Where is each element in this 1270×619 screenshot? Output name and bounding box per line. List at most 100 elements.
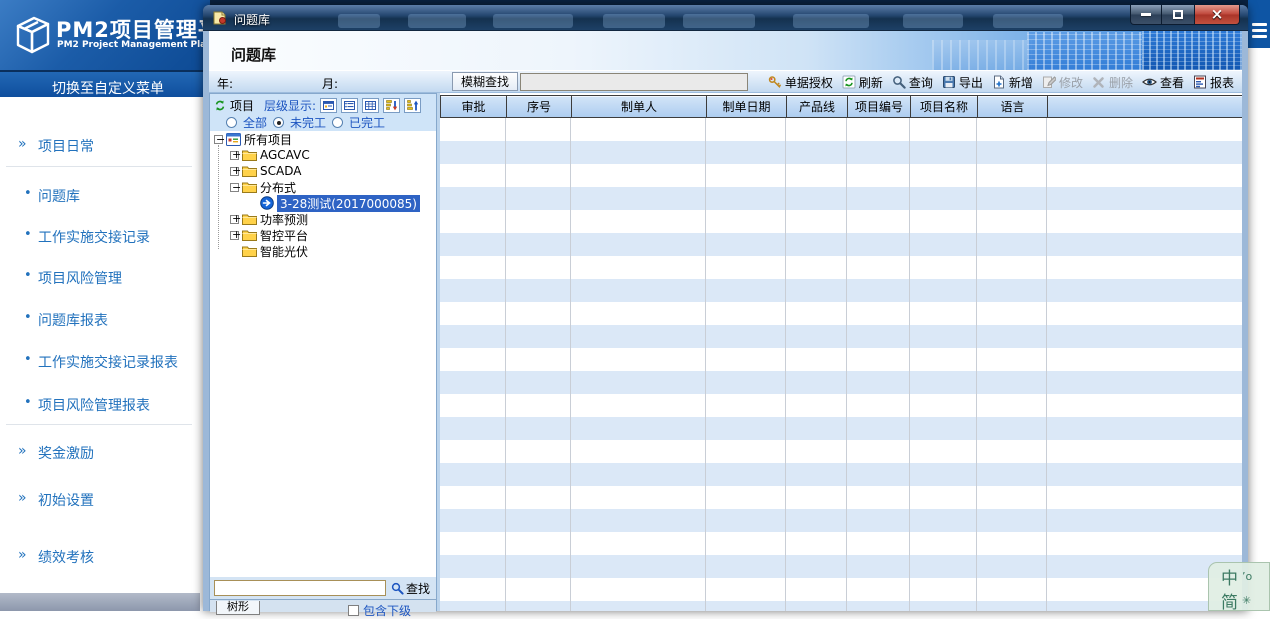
expand-icon[interactable] [230, 231, 239, 240]
radio-unfinished-label[interactable]: 未完工 [290, 114, 326, 131]
sidebar-group-project-daily[interactable]: » 项目日常 [0, 136, 200, 156]
table-row[interactable] [440, 279, 1242, 302]
table-row[interactable] [440, 371, 1242, 394]
tree-node-power-forecast[interactable]: 功率预测 [210, 211, 436, 227]
column-header-project-no[interactable]: 项目编号 [848, 96, 911, 117]
table-row[interactable] [440, 394, 1242, 417]
sidebar-item-risk-report[interactable]: • 项目风险管理报表 [0, 395, 200, 415]
table-row[interactable] [440, 486, 1242, 509]
sidebar-item-handover-record[interactable]: • 工作实施交接记录 [0, 227, 200, 247]
table-row[interactable] [440, 601, 1242, 611]
collapse-icon[interactable] [214, 135, 223, 144]
collapse-icon[interactable] [230, 183, 239, 192]
project-tree-panel: 项目 层级显示: 全部 未完工 已完工 [209, 93, 437, 611]
table-row[interactable] [440, 141, 1242, 164]
table-row[interactable] [440, 164, 1242, 187]
table-row[interactable] [440, 509, 1242, 532]
table-cell [977, 509, 1047, 532]
tree-node-agcavc[interactable]: AGCAVC [210, 147, 436, 163]
expand-icon[interactable] [230, 151, 239, 160]
ime-language-indicator[interactable]: 中 [1221, 569, 1238, 589]
sidebar-item-issue-library[interactable]: • 问题库 [0, 186, 200, 206]
delete-button[interactable]: 删除 [1092, 74, 1133, 91]
authorize-button[interactable]: 单据授权 [768, 74, 833, 91]
sidebar-group-bonus[interactable]: » 奖金激励 [0, 443, 200, 463]
radio-all-label[interactable]: 全部 [243, 114, 267, 131]
tree-find-button[interactable]: 查找 [391, 580, 430, 597]
view-large-icon[interactable] [320, 98, 337, 113]
sort-descending-icon[interactable] [383, 98, 400, 113]
table-cell-filler [1047, 118, 1242, 141]
refresh-button[interactable]: 刷新 [842, 74, 883, 91]
sidebar: » 项目日常 • 问题库 • 工作实施交接记录 • 项目风险管理 • 问题库报表… [0, 97, 200, 593]
fuzzy-search-input[interactable] [520, 73, 748, 91]
table-row[interactable] [440, 463, 1242, 486]
sidebar-item-handover-report[interactable]: • 工作实施交接记录报表 [0, 352, 200, 372]
ime-moon-icon[interactable]: ʼo [1242, 570, 1252, 583]
radio-finished[interactable] [332, 117, 343, 128]
switch-menu-bar[interactable]: 切换至自定义菜单 [0, 70, 203, 97]
ime-toolbar[interactable]: 中 ʼo 简 ✳ [1208, 562, 1270, 611]
query-button[interactable]: 查询 [892, 74, 933, 91]
export-button[interactable]: 导出 [942, 74, 983, 91]
tree-node-distributed[interactable]: 分布式 [210, 179, 436, 195]
sort-ascending-icon[interactable] [404, 98, 421, 113]
table-row[interactable] [440, 417, 1242, 440]
tree-node-all-projects[interactable]: 所有项目 [210, 131, 436, 147]
table-cell [571, 348, 706, 371]
table-cell [847, 371, 910, 394]
table-row[interactable] [440, 325, 1242, 348]
report-button[interactable]: 报表 [1193, 74, 1234, 91]
view-list-icon[interactable] [341, 98, 358, 113]
column-header-language[interactable]: 语言 [978, 96, 1048, 117]
chevrons-icon: » [18, 490, 27, 506]
column-header-serial[interactable]: 序号 [507, 96, 572, 117]
expand-icon[interactable] [230, 167, 239, 176]
radio-finished-label[interactable]: 已完工 [349, 114, 385, 131]
close-button[interactable]: × [1194, 5, 1240, 25]
ime-flower-icon[interactable]: ✳ [1242, 594, 1251, 607]
dialog-titlebar[interactable]: 问题库 × [203, 5, 1248, 31]
view-detail-icon[interactable] [362, 98, 379, 113]
tree-node-smart-pv[interactable]: 智能光伏 [210, 243, 436, 259]
maximize-button[interactable] [1162, 5, 1194, 25]
sidebar-group-performance[interactable]: » 绩效考核 [0, 547, 200, 567]
table-row[interactable] [440, 555, 1242, 578]
sidebar-group-initial-settings[interactable]: » 初始设置 [0, 490, 200, 510]
table-row[interactable] [440, 532, 1242, 555]
refresh-projects-icon[interactable] [214, 99, 226, 112]
table-row[interactable] [440, 302, 1242, 325]
table-row[interactable] [440, 233, 1242, 256]
table-row[interactable] [440, 118, 1242, 141]
column-header-create-date[interactable]: 制单日期 [707, 96, 787, 117]
tree-node-test-project[interactable]: 3-28测试(2017000085) [210, 195, 436, 211]
tab-tree-view[interactable]: 树形 [216, 601, 260, 615]
table-row[interactable] [440, 440, 1242, 463]
column-header-creator[interactable]: 制单人 [572, 96, 707, 117]
tree-node-scada[interactable]: SCADA [210, 163, 436, 179]
table-row[interactable] [440, 187, 1242, 210]
table-row[interactable] [440, 256, 1242, 279]
edit-button[interactable]: 修改 [1042, 74, 1083, 91]
radio-all[interactable] [226, 117, 237, 128]
add-button[interactable]: 新增 [992, 74, 1033, 91]
tree-node-smart-control[interactable]: 智控平台 [210, 227, 436, 243]
table-row[interactable] [440, 348, 1242, 371]
table-row[interactable] [440, 210, 1242, 233]
column-header-project-name[interactable]: 项目名称 [911, 96, 978, 117]
menu-icon[interactable] [1252, 23, 1267, 38]
column-header-approval[interactable]: 审批 [441, 96, 507, 117]
table-cell [706, 532, 786, 555]
sidebar-item-risk-management[interactable]: • 项目风险管理 [0, 268, 200, 288]
sidebar-item-issue-report[interactable]: • 问题库报表 [0, 310, 200, 330]
table-row[interactable] [440, 578, 1242, 601]
radio-unfinished[interactable] [273, 117, 284, 128]
minimize-button[interactable] [1130, 5, 1162, 25]
ime-charset-indicator[interactable]: 简 [1221, 593, 1238, 613]
column-header-product-line[interactable]: 产品线 [787, 96, 848, 117]
table-cell [506, 256, 571, 279]
expand-icon[interactable] [230, 215, 239, 224]
view-button[interactable]: 查看 [1142, 74, 1184, 91]
tree-find-input[interactable] [214, 580, 386, 596]
fuzzy-search-button[interactable]: 模糊查找 [452, 72, 518, 91]
